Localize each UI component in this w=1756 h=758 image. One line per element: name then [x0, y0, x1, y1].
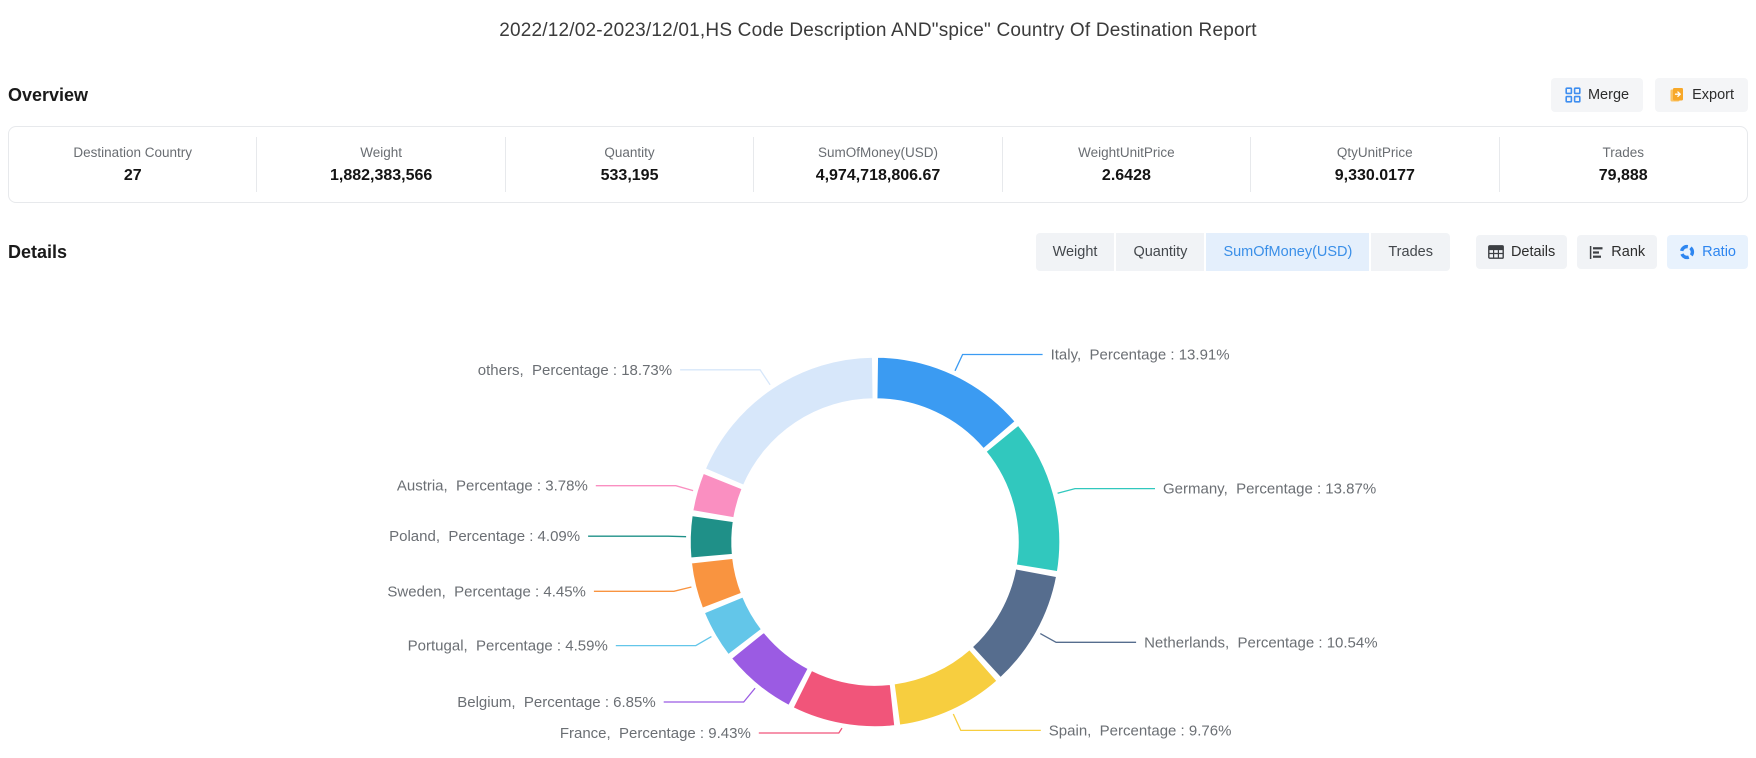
stat-qty-unit-price: QtyUnitPrice 9,330.0177 [1251, 127, 1498, 202]
chart-label-portugal: Portugal, Percentage : 4.59% [408, 638, 608, 655]
chart-label-austria: Austria, Percentage : 3.78% [397, 478, 588, 495]
chart-label-belgium: Belgium, Percentage : 6.85% [457, 694, 655, 711]
stat-destination-country: Destination Country 27 [9, 127, 256, 202]
stat-label: Trades [1602, 145, 1644, 160]
stat-value: 2.6428 [1102, 167, 1151, 185]
label-leader-line-poland [588, 536, 686, 537]
stat-trades: Trades 79,888 [1500, 127, 1747, 202]
tab-trades[interactable]: Trades [1371, 233, 1450, 271]
stat-label: Quantity [604, 145, 654, 160]
stat-quantity: Quantity 533,195 [506, 127, 753, 202]
stat-value: 1,882,383,566 [330, 167, 432, 185]
stat-sum-of-money: SumOfMoney(USD) 4,974,718,806.67 [754, 127, 1001, 202]
ratio-view-label: Ratio [1702, 244, 1736, 260]
stat-label: WeightUnitPrice [1078, 145, 1175, 160]
label-leader-line-germany [1058, 489, 1155, 494]
label-leader-line-belgium [664, 688, 755, 702]
rank-icon [1589, 245, 1604, 260]
overview-heading: Overview [8, 85, 88, 106]
merge-icon [1565, 87, 1581, 103]
stat-label: QtyUnitPrice [1337, 145, 1413, 160]
merge-button-label: Merge [1588, 87, 1629, 103]
label-leader-line-france [759, 728, 842, 733]
donut-segment-others[interactable] [705, 357, 873, 486]
overview-actions: Merge Export [1551, 78, 1748, 112]
donut-segment-spain[interactable] [894, 649, 997, 725]
label-leader-line-netherlands [1040, 634, 1136, 643]
chart-label-germany: Germany, Percentage : 13.87% [1163, 481, 1376, 498]
metric-tabs: Weight Quantity SumOfMoney(USD) Trades [1036, 233, 1450, 271]
chart-label-others: others, Percentage : 18.73% [478, 362, 672, 379]
export-button[interactable]: Export [1655, 78, 1748, 112]
view-switcher: Details Rank Ratio [1476, 235, 1748, 269]
stat-label: Weight [360, 145, 402, 160]
donut-segment-netherlands[interactable] [972, 569, 1057, 678]
chart-label-france: France, Percentage : 9.43% [560, 725, 751, 742]
stat-value: 4,974,718,806.67 [816, 167, 941, 185]
details-view-button[interactable]: Details [1476, 235, 1567, 269]
label-leader-line-portugal [616, 637, 712, 646]
donut-chart-svg: Italy, Percentage : 13.91% Germany, Perce… [0, 283, 1756, 753]
merge-button[interactable]: Merge [1551, 78, 1643, 112]
ratio-view-button[interactable]: Ratio [1667, 235, 1748, 269]
stat-value: 79,888 [1599, 167, 1648, 185]
stat-label: SumOfMoney(USD) [818, 145, 938, 160]
chart-label-italy: Italy, Percentage : 13.91% [1051, 347, 1230, 364]
export-button-label: Export [1692, 87, 1734, 103]
stat-weight: Weight 1,882,383,566 [257, 127, 504, 202]
label-leader-line-sweden [594, 587, 692, 591]
tab-weight[interactable]: Weight [1036, 233, 1115, 271]
stat-value: 533,195 [601, 167, 659, 185]
details-heading: Details [8, 242, 67, 263]
overview-header: Overview Merge Export [0, 78, 1756, 112]
stat-value: 9,330.0177 [1335, 167, 1415, 185]
chart-label-poland: Poland, Percentage : 4.09% [389, 528, 580, 545]
chart-label-sweden: Sweden, Percentage : 4.45% [387, 583, 585, 600]
details-header: Details Weight Quantity SumOfMoney(USD) … [0, 233, 1756, 271]
tab-quantity[interactable]: Quantity [1116, 233, 1204, 271]
donut-segment-poland[interactable] [690, 515, 734, 558]
export-icon [1669, 87, 1685, 103]
label-leader-line-austria [596, 486, 693, 491]
details-controls: Weight Quantity SumOfMoney(USD) Trades D… [1036, 233, 1748, 271]
overview-stats-card: Destination Country 27 Weight 1,882,383,… [8, 126, 1748, 203]
table-icon [1488, 245, 1504, 259]
stat-label: Destination Country [73, 145, 192, 160]
tab-sumofmoney-usd[interactable]: SumOfMoney(USD) [1206, 233, 1369, 271]
rank-view-label: Rank [1611, 244, 1645, 260]
label-leader-line-others [680, 370, 770, 385]
donut-segment-france[interactable] [793, 670, 895, 727]
chart-label-netherlands: Netherlands, Percentage : 10.54% [1144, 634, 1377, 651]
page-title: 2022/12/02-2023/12/01,HS Code Descriptio… [0, 0, 1756, 42]
stat-value: 27 [124, 167, 142, 185]
donut-icon [1679, 244, 1695, 260]
details-view-label: Details [1511, 244, 1555, 260]
donut-segment-italy[interactable] [877, 357, 1016, 449]
label-leader-line-italy [955, 355, 1043, 371]
donut-segment-germany[interactable] [986, 425, 1060, 572]
chart-label-spain: Spain, Percentage : 9.76% [1049, 722, 1232, 739]
stat-weight-unit-price: WeightUnitPrice 2.6428 [1003, 127, 1250, 202]
ratio-donut-chart: Italy, Percentage : 13.91% Germany, Perce… [0, 283, 1756, 753]
label-leader-line-spain [953, 714, 1041, 730]
rank-view-button[interactable]: Rank [1577, 235, 1657, 269]
